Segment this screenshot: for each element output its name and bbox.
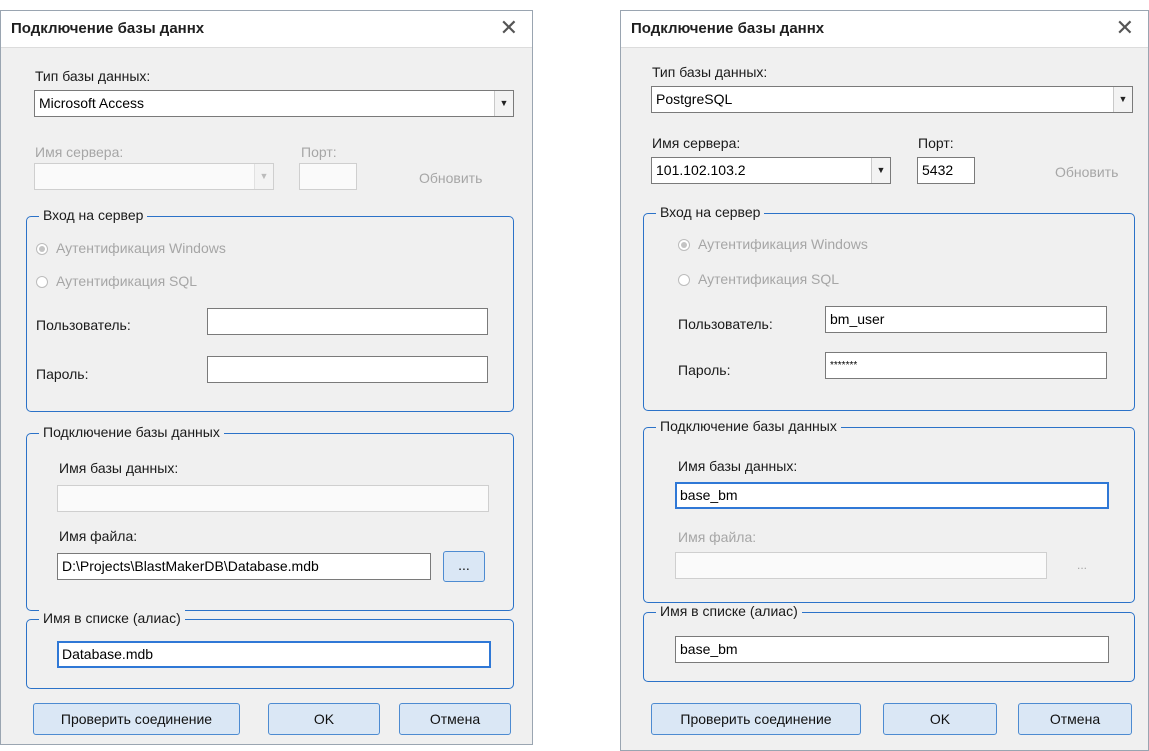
alias-group-title: Имя в списке (алиас) <box>39 610 185 626</box>
browse-button[interactable]: ... <box>443 551 485 582</box>
login-group-title: Вход на сервер <box>656 204 765 220</box>
auth-windows-radio[interactable] <box>678 239 690 251</box>
db-type-label: Тип базы данных: <box>35 68 151 84</box>
db-type-select[interactable]: PostgreSQL ▼ <box>651 86 1133 113</box>
server-combo[interactable]: ▼ <box>34 163 274 190</box>
chevron-down-icon[interactable]: ▼ <box>871 158 890 183</box>
password-input[interactable]: ******* <box>825 352 1107 379</box>
refresh-button[interactable]: Обновить <box>1055 164 1118 180</box>
auth-sql-radio[interactable] <box>678 274 690 286</box>
cancel-button[interactable]: Отмена <box>1018 703 1132 735</box>
port-input[interactable] <box>299 163 357 190</box>
chevron-down-icon[interactable]: ▼ <box>254 164 273 189</box>
alias-value: Database.mdb <box>62 646 154 662</box>
title-bar: Подключение базы даннх ✕ <box>1 11 532 48</box>
browse-button[interactable]: ... <box>1077 558 1087 572</box>
db-name-input[interactable] <box>57 485 489 512</box>
test-connection-button[interactable]: Проверить соединение <box>651 703 861 735</box>
server-value: 101.102.103.2 <box>656 162 746 178</box>
alias-input[interactable]: Database.mdb <box>57 641 491 668</box>
auth-sql-label: Аутентификация SQL <box>698 271 840 287</box>
auth-windows-label: Аутентификация Windows <box>698 236 868 252</box>
user-value: bm_user <box>830 311 885 327</box>
user-label: Пользователь: <box>36 317 131 333</box>
login-group-title: Вход на сервер <box>39 207 148 223</box>
password-input[interactable] <box>207 356 488 383</box>
cancel-button[interactable]: Отмена <box>399 703 511 735</box>
db-connection-group-title: Подключение базы данных <box>656 418 841 434</box>
db-type-select[interactable]: Microsoft Access ▼ <box>34 90 514 117</box>
auth-windows-label: Аутентификация Windows <box>56 240 226 256</box>
file-input[interactable]: D:\Projects\BlastMakerDB\Database.mdb <box>57 553 431 580</box>
alias-group-title: Имя в списке (алиас) <box>656 603 802 619</box>
file-value: D:\Projects\BlastMakerDB\Database.mdb <box>62 558 319 574</box>
server-label: Имя сервера: <box>652 135 741 151</box>
file-label: Имя файла: <box>678 529 757 545</box>
db-name-label: Имя базы данных: <box>678 458 798 474</box>
test-connection-button[interactable]: Проверить соединение <box>33 703 240 735</box>
dialog-title: Подключение базы даннх <box>11 20 205 37</box>
db-type-label: Тип базы данных: <box>652 64 768 80</box>
db-type-value: Microsoft Access <box>39 95 145 111</box>
chevron-down-icon[interactable]: ▼ <box>1113 87 1132 112</box>
auth-windows-radio[interactable] <box>36 243 48 255</box>
alias-value: base_bm <box>680 641 738 657</box>
db-name-label: Имя базы данных: <box>59 460 179 476</box>
db-type-value: PostgreSQL <box>656 91 733 107</box>
dialog-title: Подключение базы даннх <box>631 20 825 37</box>
user-input[interactable] <box>207 308 488 335</box>
chevron-down-icon[interactable]: ▼ <box>494 91 513 116</box>
server-label: Имя сервера: <box>35 144 124 160</box>
title-bar: Подключение базы даннх ✕ <box>621 11 1148 48</box>
password-value: ******* <box>830 360 858 371</box>
refresh-button[interactable]: Обновить <box>419 170 482 186</box>
connection-dialog-postgresql: Подключение базы даннх ✕ Тип базы данных… <box>620 10 1149 751</box>
password-label: Пароль: <box>36 366 89 382</box>
port-value: 5432 <box>922 162 954 178</box>
file-label: Имя файла: <box>59 528 138 544</box>
server-combo[interactable]: 101.102.103.2 ▼ <box>651 157 891 184</box>
db-connection-group-title: Подключение базы данных <box>39 424 224 440</box>
close-icon[interactable]: ✕ <box>500 17 518 39</box>
port-input[interactable]: 5432 <box>917 157 975 184</box>
db-name-input[interactable]: base_bm <box>675 482 1109 509</box>
ok-button[interactable]: OK <box>883 703 997 735</box>
user-input[interactable]: bm_user <box>825 306 1107 333</box>
close-icon[interactable]: ✕ <box>1116 17 1134 39</box>
connection-dialog-access: Подключение базы даннх ✕ Тип базы данных… <box>0 10 533 745</box>
ok-button[interactable]: OK <box>268 703 380 735</box>
user-label: Пользователь: <box>678 316 773 332</box>
port-label: Порт: <box>918 135 954 151</box>
auth-sql-label: Аутентификация SQL <box>56 273 198 289</box>
alias-input[interactable]: base_bm <box>675 636 1109 663</box>
auth-sql-radio[interactable] <box>36 276 48 288</box>
file-input[interactable] <box>675 552 1047 579</box>
db-name-value: base_bm <box>680 487 738 503</box>
port-label: Порт: <box>301 144 337 160</box>
password-label: Пароль: <box>678 362 731 378</box>
